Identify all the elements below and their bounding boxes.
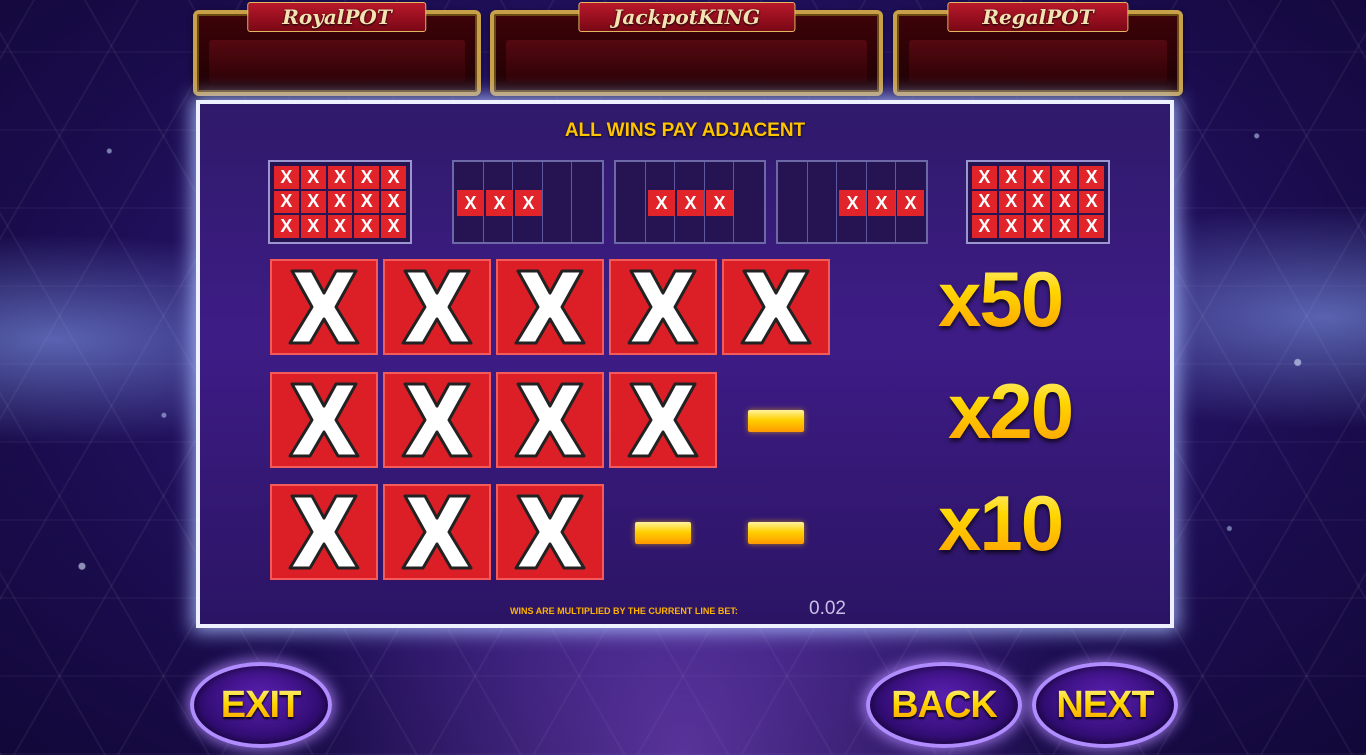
pattern-cell: X — [706, 190, 733, 216]
x-symbol-icon — [496, 484, 604, 580]
paytable-panel: ALL WINS PAY ADJACENT XXXXXXXXXXXXXXX XX… — [196, 100, 1174, 628]
pattern-cell: X — [327, 190, 353, 214]
pattern-cell: X — [1052, 215, 1078, 238]
pattern-cell: X — [868, 190, 895, 216]
pattern-cell: X — [327, 215, 353, 238]
multiplier-three: x10 — [938, 479, 1064, 567]
pattern-cell: X — [327, 166, 353, 189]
pattern-cell: X — [972, 166, 997, 189]
pattern-cell: X — [381, 166, 406, 189]
x-symbol-icon — [383, 372, 491, 468]
pattern-line-right: XXX — [776, 160, 928, 244]
jackpot-king-jackpot: JackpotKING — [490, 2, 883, 96]
royal-pot-label: RoyalPOT — [247, 2, 427, 32]
pattern-cell: X — [972, 215, 997, 238]
regal-pot-amount-display — [909, 40, 1167, 82]
jackpot-king-label: JackpotKING — [577, 2, 796, 32]
pattern-cell: X — [354, 190, 380, 214]
x-symbol-icon — [270, 372, 378, 468]
pattern-cell: X — [1025, 215, 1051, 238]
pattern-full-grid-left: XXXXXXXXXXXXXXX — [268, 160, 412, 244]
back-button[interactable]: BACK — [866, 662, 1022, 748]
line-bet-value: 0.02 — [809, 598, 846, 619]
x-symbol-icon — [609, 259, 717, 355]
pattern-cell: X — [274, 190, 299, 214]
pattern-cell: X — [998, 190, 1024, 214]
exit-button-label: EXIT — [220, 683, 302, 726]
pattern-cell: X — [677, 190, 704, 216]
x-symbol-icon — [383, 484, 491, 580]
back-button-label: BACK — [891, 683, 998, 726]
pattern-cell: X — [300, 215, 326, 238]
x-symbol-icon — [496, 259, 604, 355]
pattern-cell: X — [897, 190, 924, 216]
next-button[interactable]: NEXT — [1032, 662, 1178, 748]
pattern-cell: X — [972, 190, 997, 214]
x-symbol-icon — [609, 372, 717, 468]
pattern-cell: X — [648, 190, 675, 216]
jackpot-king-amount-display — [506, 40, 867, 82]
x-symbol-icon — [722, 259, 830, 355]
pattern-cell: X — [274, 166, 299, 189]
empty-dash-icon — [748, 522, 804, 544]
pattern-cell: X — [839, 190, 866, 216]
pattern-cell: X — [457, 190, 484, 216]
empty-dash-icon — [748, 410, 804, 432]
exit-button[interactable]: EXIT — [190, 662, 332, 748]
pattern-cell: X — [1079, 215, 1104, 238]
regal-pot-label: RegalPOT — [947, 2, 1129, 32]
pattern-cell: X — [998, 166, 1024, 189]
pattern-cell: X — [381, 215, 406, 238]
pattern-cell: X — [1025, 166, 1051, 189]
paytable-title: ALL WINS PAY ADJACENT — [564, 120, 806, 141]
pattern-cell: X — [354, 166, 380, 189]
pattern-cell: X — [1025, 190, 1051, 214]
royal-pot-jackpot: RoyalPOT — [193, 2, 481, 96]
multiplier-four: x20 — [948, 367, 1074, 455]
x-symbol-icon — [496, 372, 604, 468]
pattern-cell: X — [1052, 166, 1078, 189]
x-symbol-icon — [270, 484, 378, 580]
regal-pot-jackpot: RegalPOT — [893, 2, 1183, 96]
x-symbol-icon — [383, 259, 491, 355]
pattern-cell: X — [1079, 166, 1104, 189]
pattern-cell: X — [998, 215, 1024, 238]
x-symbol-icon — [270, 259, 378, 355]
pattern-cell: X — [486, 190, 513, 216]
royal-pot-amount-display — [209, 40, 465, 82]
pattern-cell: X — [1079, 190, 1104, 214]
empty-dash-icon — [635, 522, 691, 544]
pattern-cell: X — [1052, 190, 1078, 214]
pattern-full-grid-right: XXXXXXXXXXXXXXX — [966, 160, 1110, 244]
pattern-line-center: XXX — [614, 160, 766, 244]
pattern-cell: X — [381, 190, 406, 214]
pattern-cell: X — [274, 215, 299, 238]
pattern-cell: X — [515, 190, 542, 216]
next-button-label: NEXT — [1056, 683, 1154, 726]
pattern-cell: X — [300, 190, 326, 214]
line-bet-footnote: WINS ARE MULTIPLIED BY THE CURRENT LINE … — [510, 606, 738, 616]
pattern-line-left: XXX — [452, 160, 604, 244]
multiplier-five: x50 — [938, 255, 1064, 343]
pattern-cell: X — [354, 215, 380, 238]
pattern-cell: X — [300, 166, 326, 189]
